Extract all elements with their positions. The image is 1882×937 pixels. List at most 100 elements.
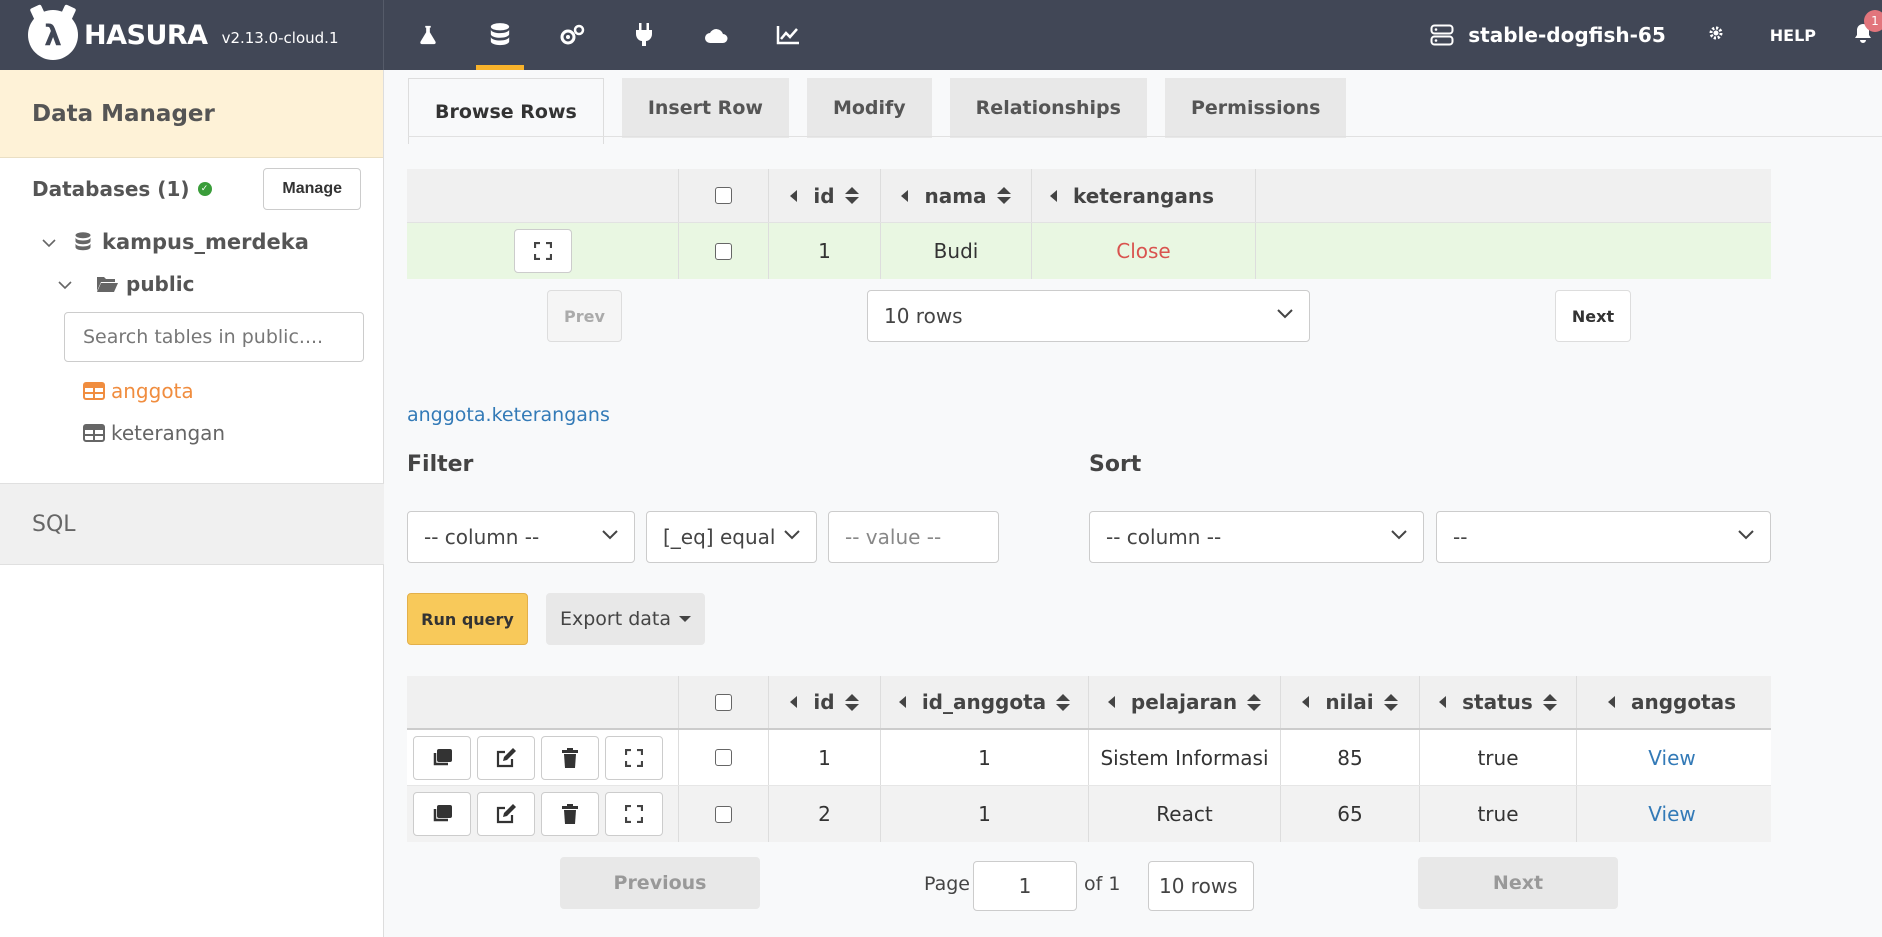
column-header-anggotas[interactable]: anggotas: [1577, 676, 1767, 728]
filter-operator-select[interactable]: [_eq] equal: [646, 511, 817, 563]
collapse-caret-icon[interactable]: [1607, 696, 1615, 708]
tree-database-kampus-merdeka[interactable]: kampus_merdeka: [0, 222, 383, 262]
filter-value-input[interactable]: -- value --: [828, 511, 999, 563]
collapse-caret-icon[interactable]: [1050, 189, 1057, 202]
column-header-keterangans[interactable]: keterangans: [1032, 169, 1256, 222]
brand-version: v2.13.0-cloud.1: [221, 29, 339, 47]
help-menu[interactable]: HELP: [1770, 26, 1816, 45]
sql-section[interactable]: SQL: [0, 483, 384, 565]
collapse-caret-icon[interactable]: [901, 189, 909, 202]
sort-icon[interactable]: [1247, 693, 1262, 711]
sort-icon[interactable]: [1056, 693, 1071, 711]
view-anggotas-link[interactable]: View: [1577, 730, 1767, 785]
collapse-caret-icon[interactable]: [1439, 696, 1447, 708]
settings-gear-icon[interactable]: [1708, 25, 1724, 45]
page-number-input[interactable]: 1: [973, 861, 1077, 911]
select-all-checkbox[interactable]: [715, 693, 732, 711]
cell-keterangans-close[interactable]: Close: [1032, 223, 1256, 279]
chevron-down-icon[interactable]: [42, 232, 56, 253]
brand[interactable]: λ HASURA v2.13.0-cloud.1: [0, 0, 384, 70]
main-data-table: id nama keterangans 1 Budi Close: [407, 169, 1771, 279]
delete-row-button[interactable]: [541, 735, 599, 780]
collapse-caret-icon[interactable]: [790, 696, 798, 708]
tab-modify[interactable]: Modify: [806, 78, 932, 138]
export-data-button[interactable]: Export data: [546, 593, 705, 645]
trash-icon: [562, 804, 578, 824]
sidebar: Data Manager Databases (1) ✓ Manage kamp…: [0, 70, 384, 937]
collapse-caret-icon[interactable]: [898, 696, 906, 708]
row-checkbox[interactable]: [715, 242, 732, 260]
expand-row-button[interactable]: [605, 735, 663, 780]
cell-pelajaran: React: [1089, 786, 1281, 842]
actions-gear-icon[interactable]: [536, 0, 608, 70]
sidebar-table-keterangan[interactable]: keterangan: [0, 412, 383, 454]
column-header-nilai[interactable]: nilai: [1281, 676, 1420, 728]
monitoring-chart-icon[interactable]: [752, 0, 824, 70]
table-name: keterangan: [111, 421, 226, 445]
tree-schema-public[interactable]: public: [0, 264, 383, 304]
column-header-status[interactable]: status: [1420, 676, 1577, 728]
column-header-nama[interactable]: nama: [881, 169, 1032, 222]
tabs: Browse Rows Insert Row Modify Relationsh…: [408, 78, 1364, 144]
next-button[interactable]: Next: [1555, 290, 1631, 342]
row-checkbox[interactable]: [715, 805, 732, 823]
page-size-select[interactable]: 10 rows: [1148, 861, 1254, 911]
main-content: Browse Rows Insert Row Modify Relationsh…: [384, 70, 1882, 937]
sort-icon[interactable]: [1542, 693, 1557, 711]
column-header-id[interactable]: id: [769, 169, 881, 222]
collapse-caret-icon[interactable]: [1107, 696, 1115, 708]
relationship-title-link[interactable]: anggota.keterangans: [407, 404, 610, 426]
manage-button[interactable]: Manage: [263, 168, 361, 210]
data-database-icon[interactable]: [464, 0, 536, 70]
notification-badge: 1: [1864, 10, 1882, 32]
cell-status: true: [1420, 730, 1577, 785]
sort-order-select[interactable]: --: [1436, 511, 1771, 563]
column-header-id[interactable]: id: [769, 676, 881, 728]
top-navbar: λ HASURA v2.13.0-cloud.1 stable-dogfish-…: [0, 0, 1882, 70]
search-tables-input[interactable]: Search tables in public....: [64, 312, 364, 362]
column-header-id-anggota[interactable]: id_anggota: [881, 676, 1089, 728]
filter-label: Filter: [407, 452, 474, 477]
hasura-logo-icon: λ: [28, 10, 78, 60]
collapse-caret-icon[interactable]: [790, 189, 798, 202]
expand-row-button[interactable]: [605, 792, 663, 836]
edit-icon: [496, 747, 516, 767]
events-cloud-icon[interactable]: [680, 0, 752, 70]
chevron-down-icon[interactable]: [58, 274, 72, 295]
sort-column-select[interactable]: -- column --: [1089, 511, 1424, 563]
run-query-button[interactable]: Run query: [407, 593, 528, 645]
filter-column-select[interactable]: -- column --: [407, 511, 635, 563]
column-header-pelajaran[interactable]: pelajaran: [1089, 676, 1281, 728]
delete-row-button[interactable]: [541, 792, 599, 836]
collapse-caret-icon[interactable]: [1302, 696, 1310, 708]
clone-row-button[interactable]: [413, 735, 471, 780]
project-selector[interactable]: stable-dogfish-65: [1430, 23, 1666, 47]
clone-row-button[interactable]: [413, 792, 471, 836]
cell-id-anggota: 1: [881, 730, 1089, 785]
edit-row-button[interactable]: [477, 735, 535, 780]
table-header-row: id id_anggota pelajaran nilai status ang…: [407, 676, 1771, 730]
sort-icon[interactable]: [996, 187, 1011, 204]
expand-row-button[interactable]: [513, 229, 572, 273]
previous-page-button[interactable]: Previous: [560, 857, 760, 909]
sort-icon[interactable]: [844, 187, 859, 204]
view-anggotas-link[interactable]: View: [1577, 786, 1767, 842]
sidebar-table-anggota[interactable]: anggota: [0, 370, 383, 412]
remote-schemas-plug-icon[interactable]: [608, 0, 680, 70]
select-all-checkbox[interactable]: [715, 187, 732, 204]
api-explorer-flask-icon[interactable]: [392, 0, 464, 70]
next-page-button[interactable]: Next: [1418, 857, 1618, 909]
tab-browse-rows[interactable]: Browse Rows: [408, 78, 604, 144]
prev-button[interactable]: Prev: [547, 290, 622, 342]
sort-icon[interactable]: [1383, 693, 1398, 711]
tab-permissions[interactable]: Permissions: [1164, 78, 1347, 138]
sort-icon[interactable]: [844, 693, 859, 711]
folder-open-icon: [97, 277, 118, 292]
tab-relationships[interactable]: Relationships: [949, 78, 1147, 138]
tab-insert-row[interactable]: Insert Row: [621, 78, 789, 138]
edit-row-button[interactable]: [477, 792, 535, 836]
notifications-bell-icon[interactable]: 1: [1852, 10, 1882, 48]
rows-per-page-select[interactable]: 10 rows: [867, 290, 1310, 342]
data-manager-header[interactable]: Data Manager: [0, 70, 383, 158]
row-checkbox[interactable]: [715, 749, 732, 766]
